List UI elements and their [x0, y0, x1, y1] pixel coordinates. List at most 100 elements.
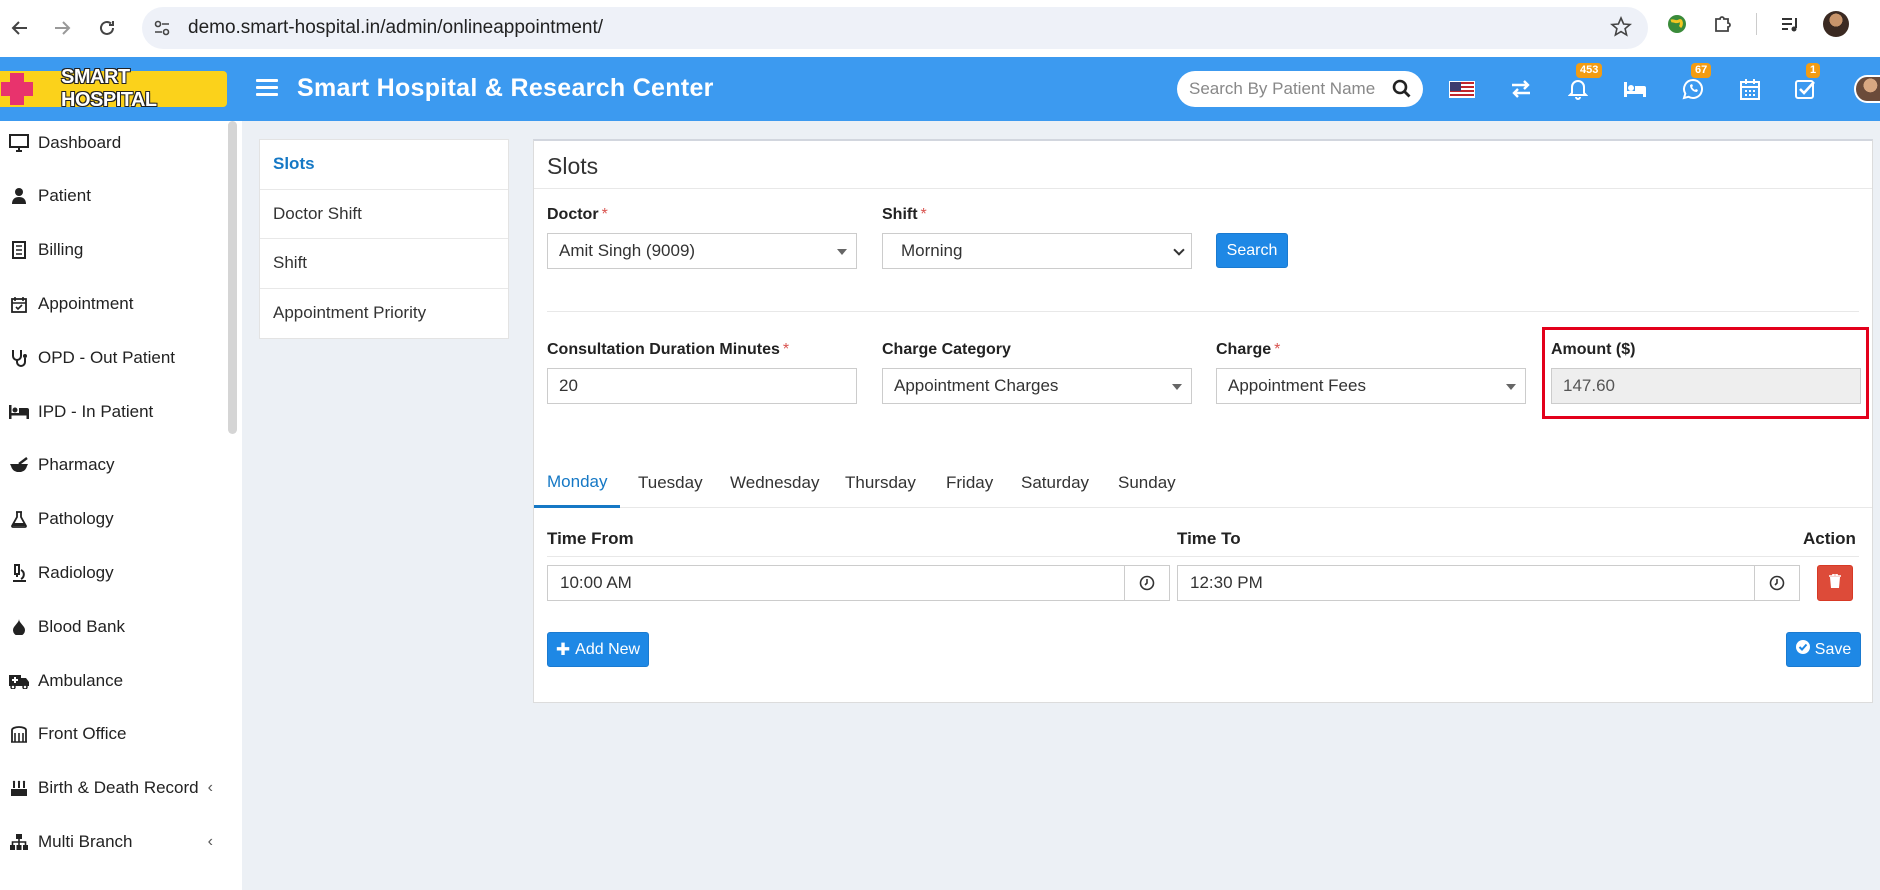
sidebar-item-label: Pathology	[38, 509, 114, 528]
table-header-divider	[547, 556, 1859, 557]
slots-panel: Slots Doctor * Amit Singh (9009) Shift * M…	[533, 139, 1873, 703]
tab-saturday[interactable]: Saturday	[1021, 458, 1089, 508]
tab-sunday[interactable]: Sunday	[1118, 458, 1176, 508]
sidebar-item-pharmacy[interactable]: Pharmacy	[0, 443, 225, 487]
invoice-icon	[0, 241, 38, 259]
sidebar-item-multi-branch[interactable]: Multi Branch ‹	[0, 820, 225, 864]
sidebar-item-label: Ambulance	[38, 671, 124, 690]
bookmark-star-icon[interactable]	[1610, 15, 1632, 43]
chevron-left-icon: ‹	[207, 833, 213, 850]
browser-profile-avatar[interactable]	[1823, 11, 1849, 37]
extensions-puzzle-icon[interactable]	[1710, 11, 1736, 37]
tab-tuesday[interactable]: Tuesday	[638, 458, 703, 508]
task-checkbox-icon[interactable]: 1	[1792, 63, 1821, 103]
search-button[interactable]: Search	[1216, 233, 1288, 268]
time-to-input[interactable]: 12:30 PM	[1177, 565, 1800, 601]
sidebar-item-label: Pharmacy	[38, 455, 115, 474]
extension-globe-icon[interactable]	[1664, 11, 1690, 37]
birthday-cake-icon	[0, 780, 38, 797]
duration-label: Consultation Duration Minutes *	[547, 341, 790, 358]
notification-bell-icon[interactable]: 453	[1564, 63, 1603, 103]
hospital-logo[interactable]: SMART HOSPITAL	[0, 66, 227, 111]
tab-monday[interactable]: Monday	[534, 458, 621, 508]
sidebar-item-label: OPD - Out Patient	[38, 348, 175, 367]
charge-select[interactable]: Appointment Fees	[1216, 368, 1526, 404]
menu-toggle-icon[interactable]	[256, 79, 278, 100]
sidebar-scrollbar[interactable]	[228, 121, 237, 434]
search-icon[interactable]	[1392, 79, 1411, 103]
charge-category-value: Appointment Charges	[894, 376, 1059, 395]
tab-thursday[interactable]: Thursday	[845, 458, 916, 508]
sidebar-item-dashboard[interactable]: Dashboard	[0, 121, 225, 165]
clock-icon[interactable]	[1754, 566, 1799, 600]
settings-submenu: Slots Doctor Shift Shift Appointment Pri…	[259, 139, 509, 339]
tab-wednesday[interactable]: Wednesday	[730, 458, 819, 508]
highlight-box	[1542, 327, 1869, 419]
sidebar-item-billing[interactable]: Billing	[0, 228, 225, 272]
submenu-item-doctor-shift[interactable]: Doctor Shift	[260, 190, 508, 239]
media-control-icon[interactable]	[1777, 11, 1803, 37]
col-action: Action	[1803, 529, 1856, 548]
search-button-label: Search	[1226, 241, 1278, 259]
trash-icon	[1829, 572, 1841, 593]
add-new-button[interactable]: ✚ Add New	[547, 632, 649, 667]
shift-select-value: Morning	[901, 241, 963, 260]
save-button[interactable]: Save	[1786, 632, 1861, 667]
sidebar-item-label: Front Office	[38, 724, 127, 743]
sidebar-item-blood-bank[interactable]: Blood Bank	[0, 605, 225, 649]
submenu-item-slots[interactable]: Slots	[260, 140, 508, 190]
notification-badge: 453	[1576, 63, 1603, 78]
submenu-item-appointment-priority[interactable]: Appointment Priority	[260, 289, 508, 339]
calendar-check-icon	[0, 296, 38, 313]
flask-icon	[0, 510, 38, 528]
patient-search-input[interactable]	[1189, 79, 1389, 99]
doctor-select-value: Amit Singh (9009)	[559, 241, 696, 260]
switch-arrows-icon[interactable]	[1507, 75, 1535, 103]
user-avatar[interactable]	[1854, 75, 1880, 103]
time-from-value: 10:00 AM	[560, 573, 632, 592]
building-icon	[0, 725, 38, 743]
sidebar-item-radiology[interactable]: Radiology	[0, 551, 225, 595]
duration-input[interactable]: 20	[547, 368, 857, 404]
sidebar-item-pathology[interactable]: Pathology	[0, 497, 225, 541]
site-info-icon[interactable]	[142, 19, 182, 37]
sidebar-item-appointment[interactable]: Appointment	[0, 282, 225, 326]
bed-icon[interactable]	[1621, 75, 1649, 103]
delete-slot-button[interactable]	[1817, 565, 1853, 601]
sidebar-item-label: Multi Branch	[38, 832, 133, 851]
whatsapp-icon[interactable]: 67	[1679, 63, 1712, 103]
col-time-to: Time To	[1177, 529, 1241, 548]
tab-friday[interactable]: Friday	[946, 458, 993, 508]
us-flag-icon[interactable]	[1448, 75, 1476, 103]
dropdown-caret-icon	[1172, 384, 1182, 390]
sidebar-item-label: Radiology	[38, 563, 114, 582]
patient-search[interactable]	[1177, 71, 1423, 107]
sidebar-item-ipd[interactable]: IPD - In Patient	[0, 390, 225, 434]
sidebar-item-patient[interactable]: Patient	[0, 174, 225, 218]
sidebar-item-opd[interactable]: OPD - Out Patient	[0, 336, 225, 380]
doctor-select[interactable]: Amit Singh (9009)	[547, 233, 857, 269]
logo-text: SMART HOSPITAL	[61, 66, 157, 111]
sidebar-item-front-office[interactable]: Front Office	[0, 712, 225, 756]
sidebar-item-ambulance[interactable]: Ambulance	[0, 659, 225, 703]
calendar-icon[interactable]	[1736, 75, 1764, 103]
time-from-input[interactable]: 10:00 AM	[547, 565, 1170, 601]
forward-icon[interactable]	[44, 10, 80, 46]
shift-select[interactable]: Morning	[882, 233, 1192, 269]
charge-category-label: Charge Category	[882, 341, 1011, 358]
clock-icon[interactable]	[1124, 566, 1169, 600]
url-text: demo.smart-hospital.in/admin/onlineappoi…	[188, 17, 604, 38]
address-bar[interactable]: demo.smart-hospital.in/admin/onlineappoi…	[142, 7, 1648, 49]
reload-icon[interactable]	[89, 10, 125, 46]
charge-category-select[interactable]: Appointment Charges	[882, 368, 1192, 404]
stethoscope-icon	[0, 349, 38, 367]
back-icon[interactable]	[2, 10, 38, 46]
sidebar-item-birth-death[interactable]: Birth & Death Record ‹	[0, 766, 225, 810]
drop-icon	[0, 619, 38, 635]
divider	[534, 188, 1872, 189]
sidebar-item-label: Dashboard	[38, 133, 122, 152]
submenu-item-shift[interactable]: Shift	[260, 239, 508, 289]
charge-label: Charge *	[1216, 341, 1281, 358]
mortar-pestle-icon	[0, 457, 38, 473]
check-circle-icon	[1795, 640, 1810, 659]
